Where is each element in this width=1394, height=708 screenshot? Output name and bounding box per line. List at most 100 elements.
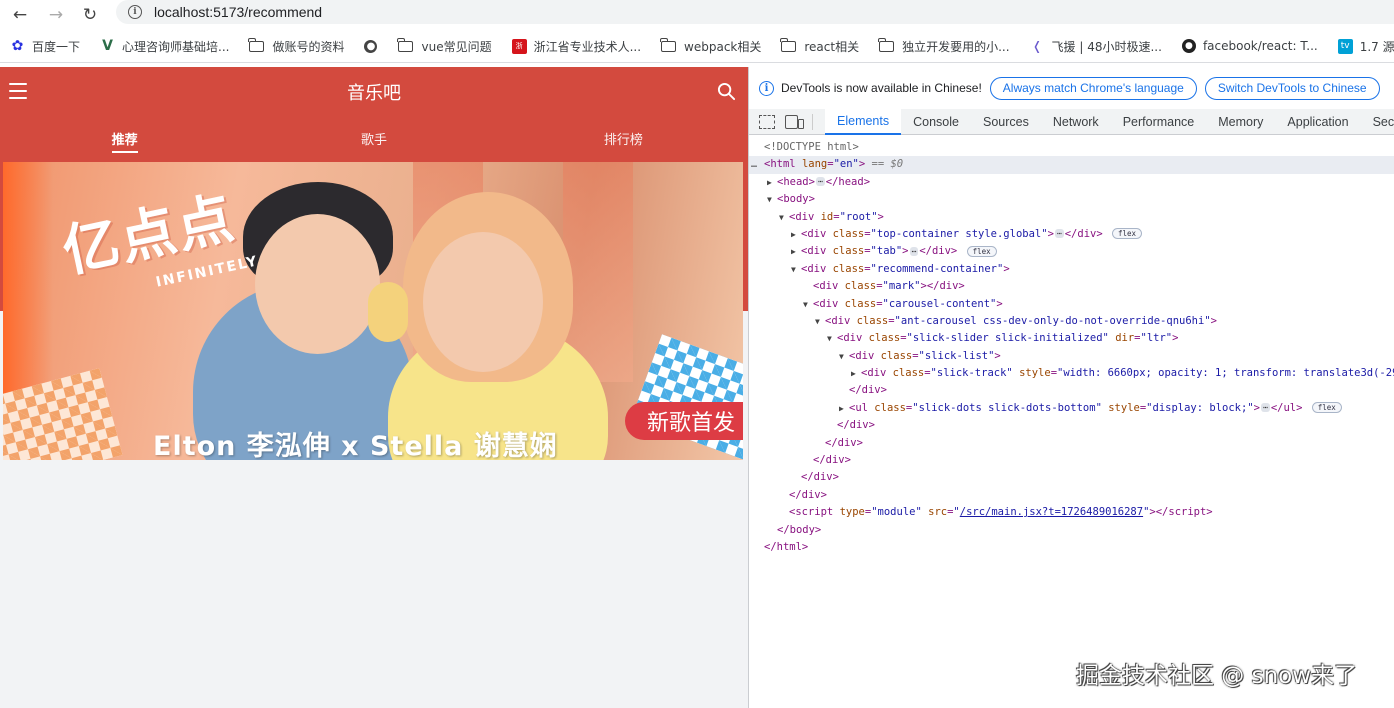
- watermark-text: 掘金技术社区 @ snow来了: [1076, 663, 1358, 689]
- bookmark-item[interactable]: webpack相关: [660, 37, 761, 55]
- reload-icon[interactable]: ↻: [76, 3, 104, 27]
- dom-node[interactable]: ▼ <div class="slick-list">: [749, 348, 1394, 365]
- bookmark-item[interactable]: vue常见问题: [397, 37, 492, 55]
- collapse-triangle-icon[interactable]: ▼: [779, 209, 784, 226]
- expand-triangle-icon[interactable]: ▶: [851, 365, 856, 382]
- dom-node[interactable]: ▶ <div class="slick-track" style="width:…: [749, 365, 1394, 382]
- menu-icon[interactable]: [9, 83, 27, 99]
- dom-node[interactable]: <!DOCTYPE html>: [749, 139, 1394, 156]
- bookmark-item[interactable]: 浙 浙江省专业技术人...: [511, 38, 641, 55]
- expand-triangle-icon[interactable]: ▶: [839, 400, 844, 417]
- browser-toolbar: ← → ↻ i localhost:5173/recommend: [0, 0, 1394, 30]
- bookmark-item[interactable]: ●: [364, 39, 384, 53]
- bilibili-icon: tv: [1337, 38, 1353, 54]
- flex-badge[interactable]: flex: [966, 245, 997, 257]
- info-icon: i: [759, 80, 774, 96]
- github-icon: ●: [1181, 39, 1196, 53]
- baidu-icon: ✿: [11, 38, 24, 54]
- dom-node[interactable]: </div>: [749, 382, 1394, 399]
- collapsed-ellipsis-icon[interactable]: ⋯: [1260, 403, 1270, 413]
- url-text[interactable]: localhost:5173/recommend: [154, 4, 322, 20]
- collapsed-ellipsis-icon[interactable]: ⋯: [909, 246, 919, 256]
- bookmark-item[interactable]: ❬ 飞援 | 48小时极速...: [1030, 38, 1162, 55]
- dom-node[interactable]: </body>: [749, 522, 1394, 539]
- banner-checker-pattern: [631, 334, 743, 460]
- banner-caption: Elton 李泓伸 x Stella 谢慧娴: [153, 431, 558, 460]
- collapse-triangle-icon[interactable]: ▼: [767, 191, 772, 208]
- device-toolbar-icon[interactable]: [785, 114, 804, 129]
- tab-rankings[interactable]: 排行榜: [499, 117, 748, 161]
- dom-node[interactable]: ▼ <body>: [749, 191, 1394, 208]
- tab-application[interactable]: Application: [1287, 109, 1348, 135]
- bookmark-item[interactable]: V 心理咨询师基础培...: [100, 38, 229, 55]
- flex-badge[interactable]: flex: [1112, 228, 1143, 240]
- switch-to-chinese-button[interactable]: Switch DevTools to Chinese: [1204, 76, 1380, 100]
- bookmark-label: 心理咨询师基础培...: [122, 39, 230, 54]
- zhejiang-icon: 浙: [511, 38, 527, 54]
- dom-node[interactable]: </div>: [749, 469, 1394, 486]
- match-language-button[interactable]: Always match Chrome's language: [989, 76, 1197, 100]
- flex-badge[interactable]: flex: [1311, 402, 1342, 414]
- folder-icon: [397, 37, 414, 52]
- bookmark-item[interactable]: 独立开发要用的小...: [878, 37, 1010, 55]
- expand-triangle-icon[interactable]: ▶: [791, 243, 796, 260]
- folder-icon: [660, 37, 677, 52]
- dom-node[interactable]: ▼ <div class="slick-slider slick-initial…: [749, 330, 1394, 347]
- dom-node[interactable]: </html>: [749, 539, 1394, 556]
- more-icon[interactable]: …: [751, 156, 757, 173]
- tab-recommend[interactable]: 推荐: [0, 117, 249, 161]
- collapse-triangle-icon[interactable]: ▼: [827, 330, 832, 347]
- tab-security[interactable]: Sec: [1373, 109, 1394, 135]
- tab-performance[interactable]: Performance: [1123, 109, 1195, 135]
- dom-node[interactable]: ▼ <div class="ant-carousel css-dev-only-…: [749, 313, 1394, 330]
- dom-node[interactable]: ▼ <div id="root">: [749, 209, 1394, 226]
- back-arrow-icon[interactable]: ←: [6, 3, 34, 27]
- dom-node[interactable]: </div>: [749, 452, 1394, 469]
- selected-ref: == $0: [871, 158, 904, 171]
- dom-node[interactable]: <script type="module" src="/src/main.jsx…: [749, 504, 1394, 521]
- dom-node[interactable]: ▶ <div class="tab"> ⋯ </div> flex: [749, 243, 1394, 260]
- tab-label: 歌手: [360, 133, 387, 148]
- tab-network[interactable]: Network: [1053, 109, 1099, 135]
- dom-node[interactable]: ▶ <head> ⋯ </head>: [749, 174, 1394, 191]
- carousel-banner[interactable]: 亿点点 INFINITELY Elton 李泓伸 x Stella 谢慧娴 新歌…: [3, 162, 743, 460]
- bookmark-label: 飞援 | 48小时极速...: [1051, 39, 1162, 54]
- bookmark-item[interactable]: tv 1.7 源码: [1337, 38, 1394, 55]
- bookmark-label: 1.7 源码: [1359, 39, 1394, 54]
- devtools-tab-bar: Elements Console Sources Network Perform…: [749, 108, 1394, 135]
- collapse-triangle-icon[interactable]: ▼: [815, 313, 820, 330]
- collapse-triangle-icon[interactable]: ▼: [839, 348, 844, 365]
- app-viewport: 音乐吧 推荐 歌手 排行榜 亿点点 INFINITELY Elton 李泓伸 x…: [0, 67, 748, 708]
- bookmark-item[interactable]: ✿ 百度一下: [10, 38, 80, 55]
- bookmark-item[interactable]: 做账号的资料: [248, 37, 344, 55]
- collapse-triangle-icon[interactable]: ▼: [791, 261, 796, 278]
- dom-node[interactable]: <div class="mark"></div>: [749, 278, 1394, 295]
- bookmark-item[interactable]: react相关: [780, 37, 859, 55]
- dom-node[interactable]: </div>: [749, 417, 1394, 434]
- dom-node[interactable]: ▼ <div class="recommend-container">: [749, 261, 1394, 278]
- tab-memory[interactable]: Memory: [1218, 109, 1263, 135]
- dom-node[interactable]: </div>: [749, 435, 1394, 452]
- dom-node[interactable]: ▶ <div class="top-container style.global…: [749, 226, 1394, 243]
- tab-sources[interactable]: Sources: [983, 109, 1029, 135]
- dom-node[interactable]: </div>: [749, 487, 1394, 504]
- dom-node-selected[interactable]: … <html lang="en"> == $0: [749, 156, 1394, 174]
- site-info-icon[interactable]: i: [128, 5, 142, 19]
- script-src-link[interactable]: /src/main.jsx?t=1726489016287: [960, 506, 1143, 518]
- forward-arrow-icon[interactable]: →: [42, 3, 70, 27]
- address-bar[interactable]: i localhost:5173/recommend: [116, 0, 1394, 24]
- tab-label: 排行榜: [603, 133, 643, 148]
- expand-triangle-icon[interactable]: ▶: [767, 174, 772, 191]
- inspect-element-icon[interactable]: [759, 114, 775, 129]
- expand-triangle-icon[interactable]: ▶: [791, 226, 796, 243]
- dom-node[interactable]: ▶ <ul class="slick-dots slick-dots-botto…: [749, 400, 1394, 417]
- collapsed-ellipsis-icon[interactable]: ⋯: [815, 177, 825, 187]
- search-icon[interactable]: [717, 82, 736, 101]
- dom-node[interactable]: ▼ <div class="carousel-content">: [749, 296, 1394, 313]
- bookmark-item[interactable]: ● facebook/react: T...: [1181, 39, 1318, 53]
- tab-console[interactable]: Console: [913, 109, 959, 135]
- collapse-triangle-icon[interactable]: ▼: [803, 296, 808, 313]
- collapsed-ellipsis-icon[interactable]: ⋯: [1054, 229, 1064, 239]
- tab-elements[interactable]: Elements: [825, 108, 902, 135]
- tab-singers[interactable]: 歌手: [249, 117, 498, 161]
